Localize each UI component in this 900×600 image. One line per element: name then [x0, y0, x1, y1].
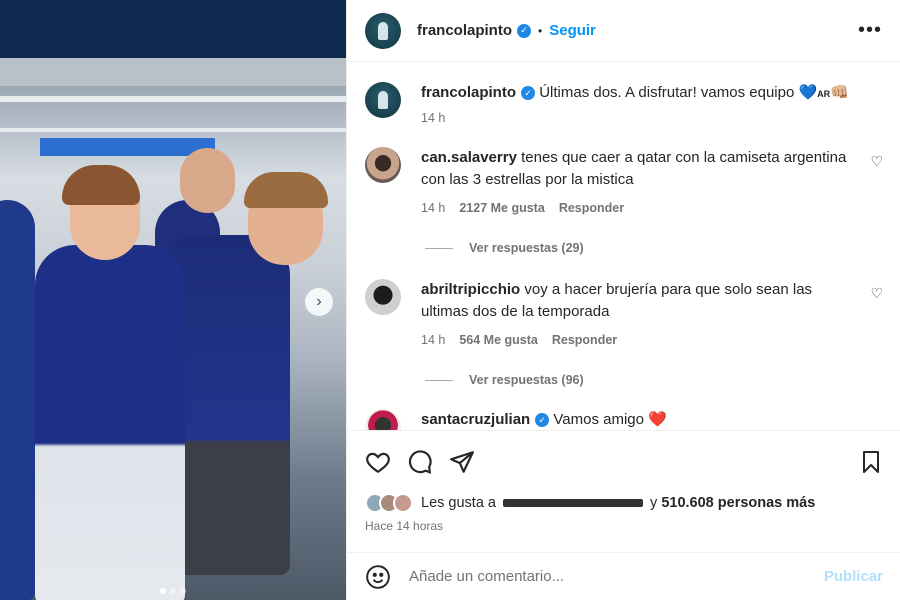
comment-likes[interactable]: 2127 Me gusta [459, 201, 544, 215]
view-replies-button[interactable]: Ver respuestas (29) [425, 241, 883, 255]
reply-button[interactable]: Responder [552, 333, 617, 347]
carousel-dot [170, 588, 176, 594]
caption: francolapinto ✓ Últimas dos. A disfrutar!… [365, 82, 883, 125]
verified-icon: ✓ [517, 23, 532, 38]
verified-icon: ✓ [521, 86, 536, 101]
verified-icon: ✓ [535, 413, 550, 428]
likes-text[interactable]: Les gusta a y 510.608 personas más [421, 495, 815, 511]
post-header: francolapinto ✓ • Seguir ••• [347, 0, 900, 62]
caption-meta: 14 h [421, 111, 853, 125]
post-photo: › [0, 0, 346, 600]
comment-username[interactable]: santacruzjulian [421, 411, 530, 428]
reply-button[interactable]: Responder [559, 201, 624, 215]
emoji-icon[interactable] [365, 564, 391, 590]
photo-mechanic-hair [244, 172, 328, 208]
carousel-dot [180, 588, 186, 594]
commenter-avatar[interactable] [365, 147, 401, 183]
post-details-pane: francolapinto ✓ • Seguir ••• francolapin… [346, 0, 900, 600]
heart-icon[interactable] [365, 449, 391, 475]
photo-background-band [0, 0, 346, 60]
carousel-dots [0, 588, 346, 594]
comment-time: 14 h [421, 333, 446, 347]
author-username[interactable]: francolapinto [417, 22, 512, 39]
caption-username[interactable]: francolapinto [421, 84, 516, 101]
comment-username[interactable]: can.salaverry [421, 149, 517, 166]
caption-time: 14 h [421, 111, 446, 125]
photo-blue-sign [40, 138, 215, 156]
add-comment-bar: Publicar [347, 552, 900, 600]
publish-button[interactable]: Publicar [824, 568, 883, 585]
replies-divider [425, 247, 453, 249]
carousel-dot [160, 588, 166, 594]
photo-garage-roof [0, 58, 346, 86]
comment-text: santacruzjulian ✓ Vamos amigo ❤️ [421, 409, 853, 430]
comment-text: can.salaverry tenes que caer a qatar con… [421, 147, 853, 191]
comment-meta: 14 h 2127 Me gusta Responder [421, 201, 853, 215]
redacted-username [503, 499, 644, 508]
commenter-avatar[interactable] [365, 409, 401, 430]
comment-like-heart-icon[interactable]: ♡ [870, 285, 883, 302]
comment-time: 14 h [421, 201, 446, 215]
comment-text: abriltripicchio voy a hacer brujería par… [421, 279, 853, 323]
bookmark-icon[interactable] [859, 449, 883, 475]
author-avatar[interactable] [365, 12, 401, 49]
flag-label: AR [817, 89, 831, 99]
comment-item: can.salaverry tenes que caer a qatar con… [365, 147, 883, 215]
likes-summary: Les gusta a y 510.608 personas más [365, 493, 883, 513]
separator-dot: • [538, 23, 543, 38]
view-replies-label[interactable]: Ver respuestas (29) [469, 241, 584, 255]
photo-rail [0, 128, 346, 132]
comments-list: francolapinto ✓ Últimas dos. A disfrutar!… [347, 62, 900, 430]
photo-rail [0, 96, 346, 102]
caption-body: Últimas dos. A disfrutar! vamos equipo 💙 [539, 84, 818, 101]
send-icon[interactable] [449, 449, 475, 475]
fist-emoji: 👊🏼 [830, 84, 849, 101]
view-replies-label[interactable]: Ver respuestas (96) [469, 373, 584, 387]
comment-like-heart-icon[interactable]: ♡ [870, 153, 883, 170]
comment-username[interactable]: abriltripicchio [421, 281, 520, 298]
post-actions: Les gusta a y 510.608 personas más Hace … [347, 430, 900, 533]
view-replies-button[interactable]: Ver respuestas (96) [425, 373, 883, 387]
comment-item: santacruzjulian ✓ Vamos amigo ❤️ [365, 409, 883, 430]
comment-likes[interactable]: 564 Me gusta [459, 333, 538, 347]
likes-prefix: Les gusta a [421, 495, 496, 511]
likes-count[interactable]: 510.608 personas más [661, 495, 815, 511]
comment-meta: 14 h 564 Me gusta Responder [421, 333, 853, 347]
comment-input[interactable] [409, 568, 824, 585]
photo-person-left [0, 200, 35, 600]
commenter-avatar[interactable] [365, 279, 401, 315]
liker-avatars[interactable] [365, 493, 413, 513]
caption-text: francolapinto ✓ Últimas dos. A disfrutar!… [421, 82, 853, 105]
author-avatar[interactable] [365, 82, 401, 118]
photo-person-back-head [180, 148, 235, 213]
action-icons [365, 447, 883, 477]
comment-icon[interactable] [407, 449, 433, 475]
more-options-icon[interactable]: ••• [858, 19, 882, 42]
chevron-right-icon[interactable]: › [305, 288, 333, 316]
photo-driver-hair [62, 165, 140, 205]
comment-item: abriltripicchio voy a hacer brujería par… [365, 279, 883, 347]
follow-button[interactable]: Seguir [549, 22, 596, 39]
comment-body: Vamos amigo ❤️ [553, 411, 667, 428]
post-timestamp[interactable]: Hace 14 horas [365, 519, 883, 533]
likes-middle: y [650, 495, 658, 511]
replies-divider [425, 379, 453, 381]
photo-driver [35, 245, 185, 600]
